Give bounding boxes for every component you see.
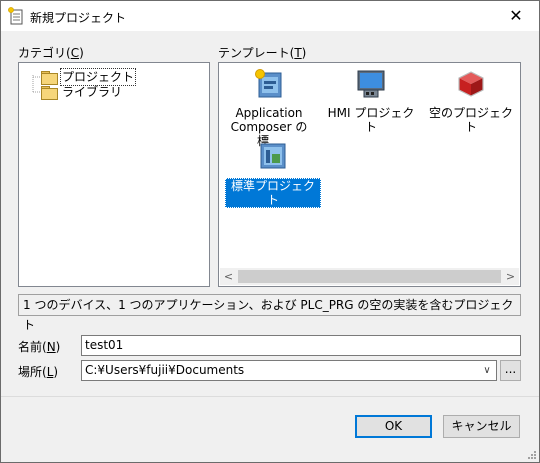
tree-item-project[interactable]: プロジェクト — [41, 68, 137, 86]
empty-project-icon — [458, 71, 484, 97]
template-standard-project[interactable]: 標準プロジェクト — [225, 140, 321, 208]
name-input-value: test01 — [85, 338, 124, 352]
categories-tree[interactable]: プロジェクト ライブラリ — [18, 62, 210, 287]
template-caption: 標準プロジェクト — [225, 178, 321, 208]
template-caption: 空のプロジェクト — [428, 106, 513, 134]
hmi-project-icon — [357, 70, 385, 98]
cancel-button-label: キャンセル — [451, 419, 512, 433]
new-document-icon — [8, 7, 23, 25]
template-hmi-project[interactable]: HMI プロジェクト — [323, 68, 419, 134]
browse-button-label: ... — [504, 362, 517, 376]
templates-label-end: ) — [301, 46, 307, 60]
template-empty-project[interactable]: 空のプロジェクト — [423, 68, 519, 134]
close-icon: ✕ — [509, 6, 523, 25]
templates-list[interactable]: Application Composer の標… HMI プロジェクト 空のプロ… — [218, 62, 521, 287]
categories-label-key: C — [70, 46, 80, 60]
name-label-text: 名前( — [18, 340, 47, 354]
scroll-thumb[interactable] — [238, 270, 501, 283]
location-label: 場所(L) — [18, 363, 58, 380]
folder-icon — [41, 70, 58, 85]
window-title: 新規プロジェクト — [30, 11, 127, 25]
name-label-end: ) — [55, 340, 61, 354]
templates-label-text: テンプレート( — [218, 46, 295, 60]
location-label-end: ) — [53, 365, 59, 379]
categories-label-text: カテゴリ( — [18, 46, 71, 60]
template-description: 1 つのデバイス、1 つのアプリケーション、および PLC_PRG の空の実装を… — [18, 294, 521, 332]
templates-hscrollbar[interactable]: < > — [220, 268, 519, 285]
templates-label: テンプレート(T) — [218, 44, 306, 61]
categories-label-end: ) — [79, 46, 84, 60]
tree-item-label: ライブラリ — [62, 85, 123, 99]
location-label-text: 場所( — [18, 365, 47, 379]
new-project-dialog: 新規プロジェクト ✕ カテゴリ(C) プロジェクト ライブラリ テンプレート(T… — [0, 0, 540, 463]
name-label: 名前(N) — [18, 338, 60, 355]
chevron-down-icon[interactable]: ∨ — [478, 361, 496, 380]
title-bar[interactable]: 新規プロジェクト ✕ — [1, 1, 539, 31]
location-combobox[interactable]: C:¥Users¥fujii¥Documents ∨ — [81, 360, 497, 381]
cancel-button[interactable]: キャンセル — [443, 415, 520, 438]
scroll-right-arrow-icon[interactable]: > — [502, 268, 519, 285]
standard-project-icon — [260, 143, 286, 169]
resize-grip-icon[interactable] — [527, 450, 537, 460]
ok-button[interactable]: OK — [355, 415, 432, 438]
template-application-composer[interactable]: Application Composer の標… — [225, 68, 313, 148]
name-input[interactable]: test01 — [81, 335, 521, 356]
browse-button[interactable]: ... — [500, 360, 521, 381]
template-caption: HMI プロジェクト — [327, 106, 415, 134]
close-button[interactable]: ✕ — [493, 1, 539, 31]
application-composer-icon — [255, 69, 282, 98]
tree-item-library[interactable]: ライブラリ — [41, 84, 124, 100]
name-label-key: N — [46, 340, 56, 354]
scroll-left-arrow-icon[interactable]: < — [220, 268, 237, 285]
templates-label-key: T — [294, 46, 302, 60]
template-caption: Application — [235, 106, 303, 120]
location-input-value: C:¥Users¥fujii¥Documents — [85, 363, 245, 377]
folder-icon — [41, 85, 58, 100]
ok-button-label: OK — [384, 419, 403, 433]
categories-label: カテゴリ(C) — [18, 44, 84, 61]
divider — [1, 396, 539, 397]
